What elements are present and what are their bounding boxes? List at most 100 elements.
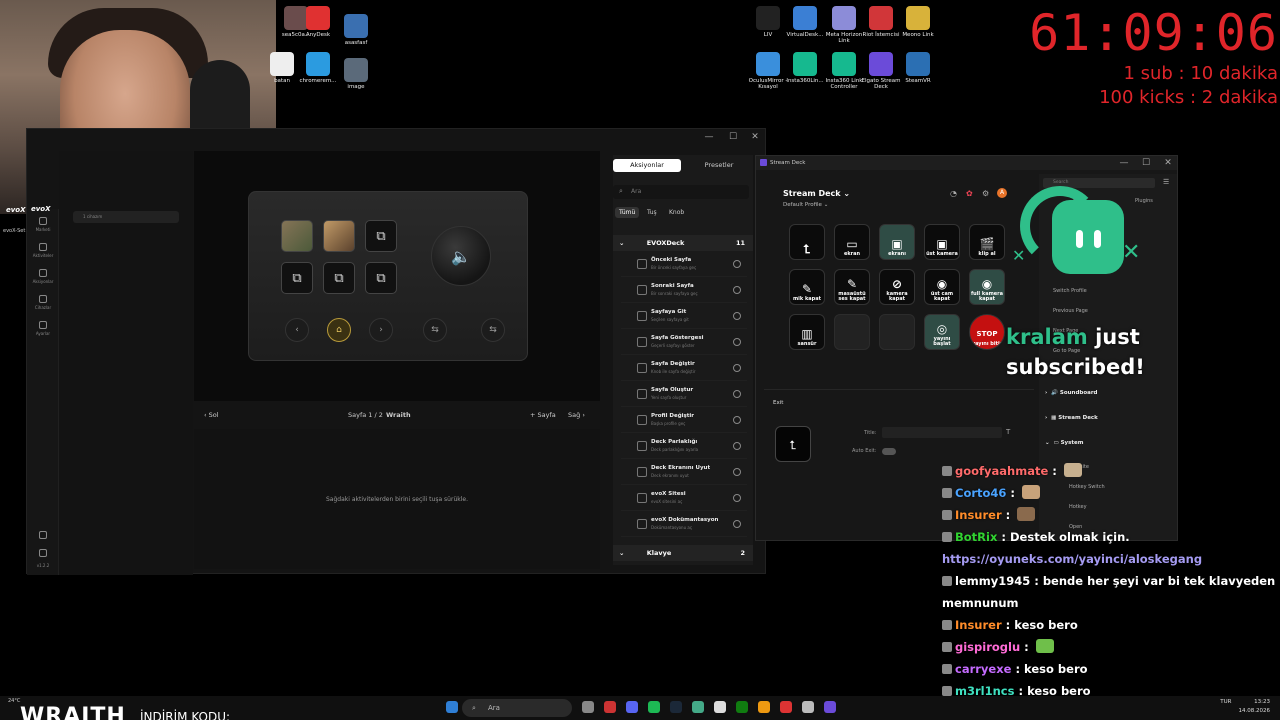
sd-key[interactable]: ◉ üst cam kapat bbox=[924, 269, 960, 305]
category-soundboard[interactable]: › 🔊 Soundboard bbox=[1045, 390, 1097, 396]
sidebar-item-theme[interactable] bbox=[31, 549, 55, 559]
sidebar-item-devices[interactable]: Cihazlar bbox=[31, 295, 55, 310]
autoexit-toggle[interactable] bbox=[882, 448, 896, 455]
deck-key-1[interactable] bbox=[281, 220, 313, 252]
home-button[interactable]: ⌂ bbox=[327, 318, 351, 342]
sd-key[interactable]: ◉ full kamera kapat bbox=[969, 269, 1005, 305]
sd-key[interactable]: ▭ ekran bbox=[834, 224, 870, 260]
sidebar-item-settings[interactable]: Ayarlar bbox=[31, 321, 55, 336]
desktop-icon[interactable]: Insta360Lin... bbox=[783, 52, 827, 84]
info-icon[interactable] bbox=[733, 364, 741, 372]
sd-key[interactable]: ✎ masaüstü ses kapat bbox=[834, 269, 870, 305]
sidebar-item-help[interactable] bbox=[31, 531, 55, 541]
desktop-icon[interactable]: VirtualDesk... bbox=[783, 6, 827, 38]
info-icon[interactable] bbox=[733, 468, 741, 476]
action-item[interactable]: Sayfa Değiştir Knob ile sayfa değiştir bbox=[621, 357, 747, 381]
action-item[interactable]: Sayfa Oluştur Yeni sayfa oluştur bbox=[621, 383, 747, 407]
prev-page-button[interactable]: ‹ bbox=[285, 318, 309, 342]
drop-area[interactable]: Sağdaki aktivitelerden birini seçili tuş… bbox=[194, 429, 600, 569]
action-item[interactable]: evoX Dokümantasyon Dokümantasyonu aç bbox=[621, 513, 747, 537]
info-icon[interactable] bbox=[733, 494, 741, 502]
sd-key[interactable] bbox=[879, 314, 915, 350]
desktop-icon[interactable]: image bbox=[334, 58, 378, 90]
detail-key-preview[interactable]: ⮤ bbox=[775, 426, 811, 462]
sd-key[interactable]: 🎬 klip al bbox=[969, 224, 1005, 260]
actions-search[interactable]: ⌕ Ara bbox=[613, 185, 749, 199]
sd-key[interactable]: ▣ üst kamera bbox=[924, 224, 960, 260]
filter-knob[interactable]: Knob bbox=[665, 207, 688, 218]
profile-item[interactable]: 1 cihazım bbox=[73, 211, 179, 223]
action-item[interactable]: Deck Ekranını Uyut Deck ekranını uyut bbox=[621, 461, 747, 485]
desktop-icon[interactable]: asasfasf bbox=[334, 14, 378, 46]
info-icon[interactable] bbox=[733, 416, 741, 424]
filter-all[interactable]: Tümü bbox=[615, 207, 640, 218]
category-stream-deck[interactable]: › ▦ Stream Deck bbox=[1045, 415, 1098, 421]
app-icon[interactable] bbox=[802, 701, 814, 713]
next-page-button[interactable]: › bbox=[369, 318, 393, 342]
group-klavye[interactable]: ⌄ Klavye 2 bbox=[613, 545, 753, 561]
maximize-icon[interactable]: ☐ bbox=[1136, 156, 1156, 170]
info-icon[interactable] bbox=[733, 520, 741, 528]
close-icon[interactable]: ✕ bbox=[1158, 156, 1178, 170]
info-icon[interactable] bbox=[733, 260, 741, 268]
start-icon[interactable] bbox=[446, 701, 458, 713]
gear-icon[interactable]: ⚙ bbox=[982, 189, 989, 198]
system-tray[interactable]: TUR 13:23 14.08.2026 bbox=[1220, 698, 1270, 716]
chat-link[interactable]: https://oyuneks.com/yayinci/aloskegang bbox=[942, 552, 1202, 566]
deck-key-3[interactable]: ⧉ bbox=[365, 220, 397, 252]
app-icon[interactable] bbox=[714, 701, 726, 713]
spotify-icon[interactable] bbox=[648, 701, 660, 713]
next-side-button[interactable]: Sağ › bbox=[568, 411, 585, 419]
info-icon[interactable] bbox=[733, 312, 741, 320]
maximize-icon[interactable]: ☐ bbox=[723, 132, 743, 142]
discord-icon[interactable] bbox=[626, 701, 638, 713]
action-item[interactable]: Önceki Sayfa Bir önceki sayfaya geç bbox=[621, 253, 747, 277]
group-evoxdeck[interactable]: ⌄ EVOXDeck 11 bbox=[613, 235, 753, 251]
deck-key-5[interactable]: ⧉ bbox=[323, 262, 355, 294]
action-item[interactable]: evoX Sitesi evoX sitesini aç bbox=[621, 487, 747, 511]
sidebar-item-market[interactable]: Marketi bbox=[31, 217, 55, 232]
knob-right-button[interactable]: ⇆ bbox=[481, 318, 505, 342]
action-item[interactable]: Sayfaya Git Seçilen sayfaya git bbox=[621, 305, 747, 329]
action-item[interactable]: Deck Parlaklığı Deck parlaklığını ayarla bbox=[621, 435, 747, 459]
taskbar-search[interactable]: ⌕ Ara bbox=[462, 699, 572, 717]
title-field-input[interactable] bbox=[882, 427, 1002, 438]
minimize-icon[interactable]: — bbox=[1114, 156, 1134, 170]
bell-icon[interactable]: ◔ bbox=[950, 189, 957, 198]
xbox-icon[interactable] bbox=[736, 701, 748, 713]
stream-deck-icon[interactable] bbox=[824, 701, 836, 713]
sd-key[interactable]: ▥ sansür bbox=[789, 314, 825, 350]
minimize-icon[interactable]: — bbox=[699, 132, 719, 142]
category-system[interactable]: ⌄ ▭ System bbox=[1045, 440, 1084, 446]
weather-widget[interactable]: 24°C bbox=[8, 698, 20, 704]
sd-key[interactable]: ⮤ bbox=[789, 224, 825, 260]
deck-key-4[interactable]: ⧉ bbox=[281, 262, 313, 294]
close-icon[interactable]: ✕ bbox=[745, 132, 765, 142]
task-view-icon[interactable] bbox=[582, 701, 594, 713]
sd-key[interactable]: ⊘ kamera kapat bbox=[879, 269, 915, 305]
action-item[interactable]: Sayfa Göstergesi Geçerli sayfayı göster bbox=[621, 331, 747, 355]
deck-key-6[interactable]: ⧉ bbox=[365, 262, 397, 294]
desktop-icon[interactable]: Meono Link bbox=[896, 6, 940, 38]
action-item[interactable]: Sonraki Sayfa Bir sonraki sayfaya geç bbox=[621, 279, 747, 303]
desktop-icon[interactable]: SteamVR bbox=[896, 52, 940, 84]
text-format-icon[interactable]: T bbox=[1006, 428, 1010, 436]
list-view-icon[interactable]: ☰ bbox=[1163, 178, 1169, 186]
sd-key[interactable]: STOP yayını bitir bbox=[969, 314, 1005, 350]
sd-key[interactable]: ◎ yayını başlat bbox=[924, 314, 960, 350]
sd-key[interactable]: ✎ mik kapat bbox=[789, 269, 825, 305]
sidebar-item-actions[interactable]: Aksiyonlar bbox=[31, 269, 55, 284]
app-icon[interactable] bbox=[780, 701, 792, 713]
sidebar-item-activities[interactable]: Aktiviteler bbox=[31, 243, 55, 258]
add-page-button[interactable]: + Sayfa bbox=[530, 411, 556, 419]
tab-actions[interactable]: Aksiyonlar bbox=[613, 159, 681, 172]
obs-icon[interactable] bbox=[692, 701, 704, 713]
info-icon[interactable] bbox=[733, 338, 741, 346]
opera-icon[interactable] bbox=[604, 701, 616, 713]
volume-knob[interactable]: 🔈 bbox=[431, 226, 491, 286]
steam-icon[interactable] bbox=[670, 701, 682, 713]
sd-key[interactable]: ▣ ekranı bbox=[879, 224, 915, 260]
sd-profile-select[interactable]: Default Profile ⌄ bbox=[783, 202, 828, 208]
tab-presets[interactable]: Presetler bbox=[685, 159, 753, 172]
knob-left-button[interactable]: ⇆ bbox=[423, 318, 447, 342]
